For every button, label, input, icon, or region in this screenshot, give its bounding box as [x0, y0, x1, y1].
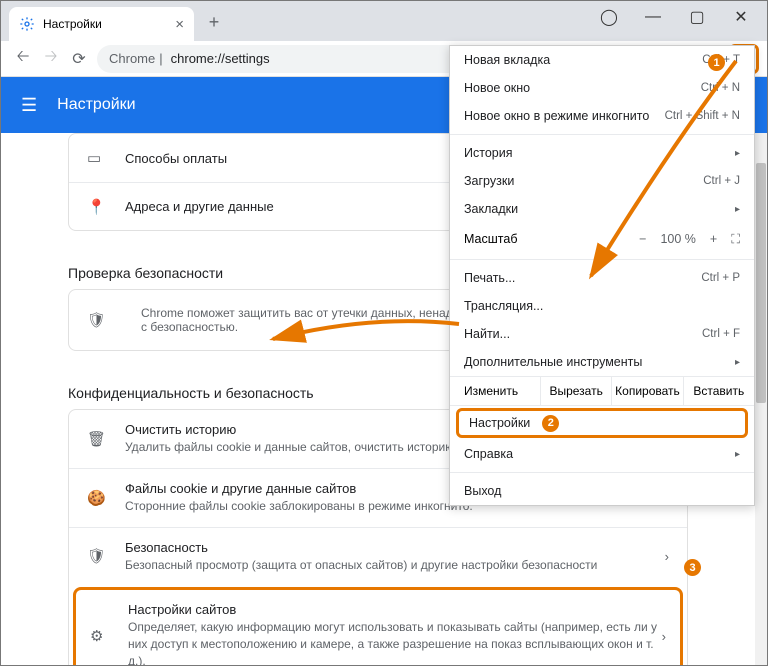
location-icon: 📍: [87, 198, 107, 216]
credit-card-icon: ▭: [87, 149, 107, 167]
trash-icon: 🗑: [87, 430, 107, 448]
new-tab-button[interactable]: +: [202, 12, 226, 33]
menu-downloads[interactable]: ЗагрузкиCtrl + J: [450, 167, 754, 195]
url-path: chrome://settings: [171, 51, 270, 66]
menu-history[interactable]: История▸: [450, 139, 754, 167]
minimize-button[interactable]: —: [631, 3, 675, 31]
shield-icon: 🛡: [87, 547, 107, 565]
annotation-badge-3: 3: [684, 559, 701, 576]
forward-button: 🡢: [37, 45, 65, 73]
reload-button[interactable]: ⟳: [65, 45, 93, 73]
gear-icon: [19, 16, 35, 32]
chevron-right-icon: ›: [665, 549, 669, 564]
menu-bookmarks[interactable]: Закладки▸: [450, 195, 754, 223]
menu-paste[interactable]: Вставить: [683, 377, 754, 405]
menu-print[interactable]: Печать...Ctrl + P: [450, 264, 754, 292]
menu-exit[interactable]: Выход: [450, 477, 754, 505]
annotation-badge-1: 1: [708, 54, 725, 71]
menu-find[interactable]: Найти...Ctrl + F: [450, 320, 754, 348]
back-button[interactable]: 🡠: [9, 45, 37, 73]
chrome-menu: Новая вкладкаCtrl + T Новое окноCtrl + N…: [449, 45, 755, 506]
menu-cast[interactable]: Трансляция...: [450, 292, 754, 320]
menu-more-tools[interactable]: Дополнительные инструменты▸: [450, 348, 754, 376]
menu-zoom: Масштаб − 100 % + ⛶: [450, 223, 754, 255]
menu-settings[interactable]: Настройки 2: [456, 408, 748, 438]
titlebar: Настройки × + ◯ — ▢ ✕: [1, 1, 767, 41]
annotation-badge-2: 2: [542, 415, 559, 432]
menu-edit-row: Изменить Вырезать Копировать Вставить: [450, 376, 754, 406]
tune-icon: ⚙: [90, 627, 110, 645]
zoom-value: 100 %: [660, 232, 695, 246]
zoom-in-button[interactable]: +: [710, 232, 717, 246]
close-icon[interactable]: ×: [175, 16, 184, 33]
user-icon[interactable]: ◯: [587, 3, 631, 31]
shield-check-icon: 🛡: [87, 311, 107, 329]
scrollbar[interactable]: [755, 133, 767, 665]
cookie-icon: 🍪: [87, 489, 107, 507]
menu-edit-label: Изменить: [450, 377, 540, 405]
menu-copy[interactable]: Копировать: [611, 377, 682, 405]
chevron-right-icon: ›: [662, 629, 666, 644]
url-scheme: Chrome: [109, 51, 155, 66]
window-controls: ◯ — ▢ ✕: [587, 3, 763, 31]
scrollbar-thumb[interactable]: [756, 163, 766, 403]
browser-tab[interactable]: Настройки ×: [9, 7, 194, 41]
maximize-button[interactable]: ▢: [675, 3, 719, 31]
menu-help[interactable]: Справка▸: [450, 440, 754, 468]
zoom-out-button[interactable]: −: [639, 232, 646, 246]
fullscreen-icon[interactable]: ⛶: [731, 232, 740, 247]
hamburger-icon[interactable]: ☰: [21, 95, 37, 116]
tab-title: Настройки: [43, 17, 102, 31]
menu-cut[interactable]: Вырезать: [540, 377, 611, 405]
close-button[interactable]: ✕: [719, 3, 763, 31]
page-title: Настройки: [57, 96, 135, 114]
menu-new-window[interactable]: Новое окноCtrl + N: [450, 74, 754, 102]
security-row[interactable]: 🛡 БезопасностьБезопасный просмотр (защит…: [69, 527, 687, 586]
site-settings-row[interactable]: ⚙ Настройки сайтовОпределяет, какую инфо…: [73, 587, 683, 665]
menu-incognito[interactable]: Новое окно в режиме инкогнитоCtrl + Shif…: [450, 102, 754, 130]
